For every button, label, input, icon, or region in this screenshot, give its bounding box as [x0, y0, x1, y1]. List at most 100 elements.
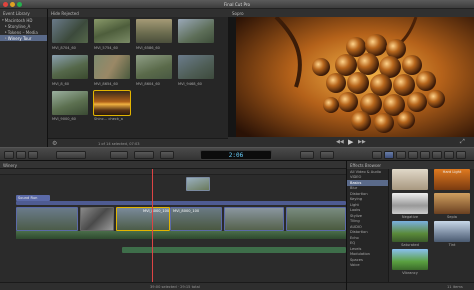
main-toolbar: 2:06: [0, 147, 474, 161]
timeline-footer: 39:00 selected · 29:15 total: [0, 282, 346, 290]
effects-count: 11 items: [447, 285, 463, 289]
retime-button[interactable]: [300, 151, 314, 159]
title-bar: Final Cut Pro: [0, 0, 474, 9]
inspector-button[interactable]: [372, 151, 382, 159]
effect-label: Hard Light: [442, 170, 462, 174]
primary-storyline-clip[interactable]: [286, 207, 346, 231]
browser-footer: 1 of 14 selected, 07:03 ⚙: [48, 138, 228, 147]
timeline: Winery Sound Run MVI_8000_100 MVI_8000_1…: [0, 161, 346, 290]
themes-browser-button[interactable]: [444, 151, 454, 159]
playhead[interactable]: [152, 169, 153, 282]
effect-thumbnail-saturated[interactable]: [392, 221, 428, 242]
clip-label: MVI_8_60: [52, 82, 70, 86]
clip-label: MVI_8654_60: [94, 82, 118, 86]
viewer-transport: ▶ ◀◀ ▶▶ ⤢: [228, 137, 474, 147]
browser-clip[interactable]: [52, 91, 88, 115]
event-library: Event Library ▾ Macintosh HD ▸ Storyline…: [0, 9, 48, 147]
event-library-header: Event Library: [0, 9, 47, 17]
clip-label: Shinc... check_a: [94, 117, 123, 121]
play-icon[interactable]: ▶: [348, 138, 353, 146]
disclosure-triangle-icon[interactable]: ▸: [5, 30, 7, 34]
generators-browser-button[interactable]: [432, 151, 442, 159]
timeline-ruler[interactable]: [0, 169, 346, 175]
primary-storyline-clip[interactable]: [224, 207, 284, 231]
clip-label: MVI_8000_100: [173, 209, 200, 213]
connected-clip[interactable]: [186, 177, 210, 191]
effect-thumbnail-sepia[interactable]: [434, 193, 470, 214]
clip-label: Sound Run: [18, 195, 38, 200]
rewind-icon[interactable]: ◀◀: [336, 139, 344, 145]
event-browser: Hide Rejected MVI_8704_60 MVI_5754_60 MV…: [48, 9, 228, 147]
edit-buttons-group[interactable]: [56, 151, 86, 159]
photos-browser-button[interactable]: [396, 151, 406, 159]
browser-clip[interactable]: [52, 55, 88, 79]
viewer-header: Sopro: [228, 9, 474, 17]
effects-header: Effects Browser: [347, 161, 474, 169]
title-clip[interactable]: [16, 201, 346, 205]
analyze-button[interactable]: [28, 151, 38, 159]
viewer-video-frame[interactable]: [236, 17, 474, 143]
library-item-label: Storyline_A: [7, 23, 31, 29]
browser-clip[interactable]: [136, 19, 172, 43]
clip-label: MVI_9468_60: [178, 82, 202, 86]
keyword-button[interactable]: [16, 151, 26, 159]
clip-label: MVI_8000_100: [143, 209, 170, 213]
browser-clip[interactable]: [178, 19, 214, 43]
library-item-winery-tour[interactable]: ▸ Winery Tour: [0, 35, 47, 41]
effects-category[interactable]: Voice: [347, 263, 388, 269]
effect-label: Sepia: [447, 215, 457, 219]
browser-clip-selected[interactable]: [93, 90, 131, 116]
transitions-browser-button[interactable]: [456, 151, 466, 159]
effects-browser-button[interactable]: [384, 151, 394, 159]
disclosure-triangle-icon[interactable]: ▸: [5, 24, 7, 28]
audio-waveform[interactable]: [16, 231, 346, 239]
audio-clip[interactable]: [122, 247, 346, 253]
viewer: Sopro ▶ ◀◀ ▶▶ ⤢: [228, 9, 474, 147]
effect-thumbnail-tint[interactable]: [434, 221, 470, 242]
timeline-header: Winery: [0, 161, 346, 169]
library-item-label: Winery Tour: [7, 35, 32, 41]
titles-browser-button[interactable]: [420, 151, 430, 159]
music-browser-button[interactable]: [408, 151, 418, 159]
effects-browser: Effects Browser All Video & Audio VIDEO …: [346, 161, 474, 290]
primary-storyline-clip[interactable]: [16, 207, 78, 231]
browser-clip[interactable]: [94, 55, 130, 79]
effects-category-list: All Video & Audio VIDEO Basics Blur Dist…: [347, 169, 389, 282]
effects-footer: 11 items: [347, 282, 474, 290]
browser-status: 1 of 14 selected, 07:03: [98, 141, 140, 146]
fullscreen-icon[interactable]: ⤢: [460, 138, 465, 146]
effect-thumbnail-vibrancy[interactable]: [392, 249, 428, 270]
library-item-label: Tokens – Media: [7, 29, 38, 35]
clip-label: MVI_9000_60: [52, 117, 76, 121]
timecode-display[interactable]: 2:06: [200, 150, 272, 160]
library-item-label: Macintosh HD: [4, 17, 33, 23]
effect-thumbnail-negative[interactable]: [392, 193, 428, 214]
browser-clip[interactable]: [136, 55, 172, 79]
clip-label: MVI_5754_60: [94, 46, 118, 50]
effect-label: Negative: [401, 215, 419, 219]
gear-icon[interactable]: ⚙: [52, 140, 57, 147]
browser-filter-header[interactable]: Hide Rejected: [48, 9, 228, 17]
enhance-button[interactable]: [134, 151, 154, 159]
effect-label: Tint: [448, 243, 456, 247]
disclosure-triangle-icon[interactable]: ▸: [5, 36, 7, 40]
clip-label: MVI_8604_60: [136, 82, 160, 86]
share-button[interactable]: [320, 151, 334, 159]
browser-clip[interactable]: [94, 19, 130, 43]
forward-icon[interactable]: ▶▶: [358, 139, 366, 145]
timeline-status: 39:00 selected · 29:15 total: [150, 285, 200, 289]
audio-button[interactable]: [160, 151, 174, 159]
tool-select-button[interactable]: [110, 151, 128, 159]
browser-clip[interactable]: [178, 55, 214, 79]
disclosure-triangle-icon[interactable]: ▾: [2, 18, 4, 22]
import-button[interactable]: [4, 151, 14, 159]
effect-thumbnail[interactable]: [392, 169, 428, 190]
effects-thumbnail-grid: Hard Light Negative Sepia Saturated Tint…: [390, 169, 474, 282]
transition-clip[interactable]: [80, 207, 114, 231]
primary-storyline-clip[interactable]: MVI_8000_100: [170, 207, 222, 231]
browser-clip[interactable]: [52, 19, 88, 43]
effect-label: Vibrancy: [402, 271, 418, 275]
grapes-image: [236, 17, 474, 143]
primary-storyline-clip[interactable]: MVI_8000_100: [116, 207, 170, 231]
effect-label: Saturated: [401, 243, 419, 247]
